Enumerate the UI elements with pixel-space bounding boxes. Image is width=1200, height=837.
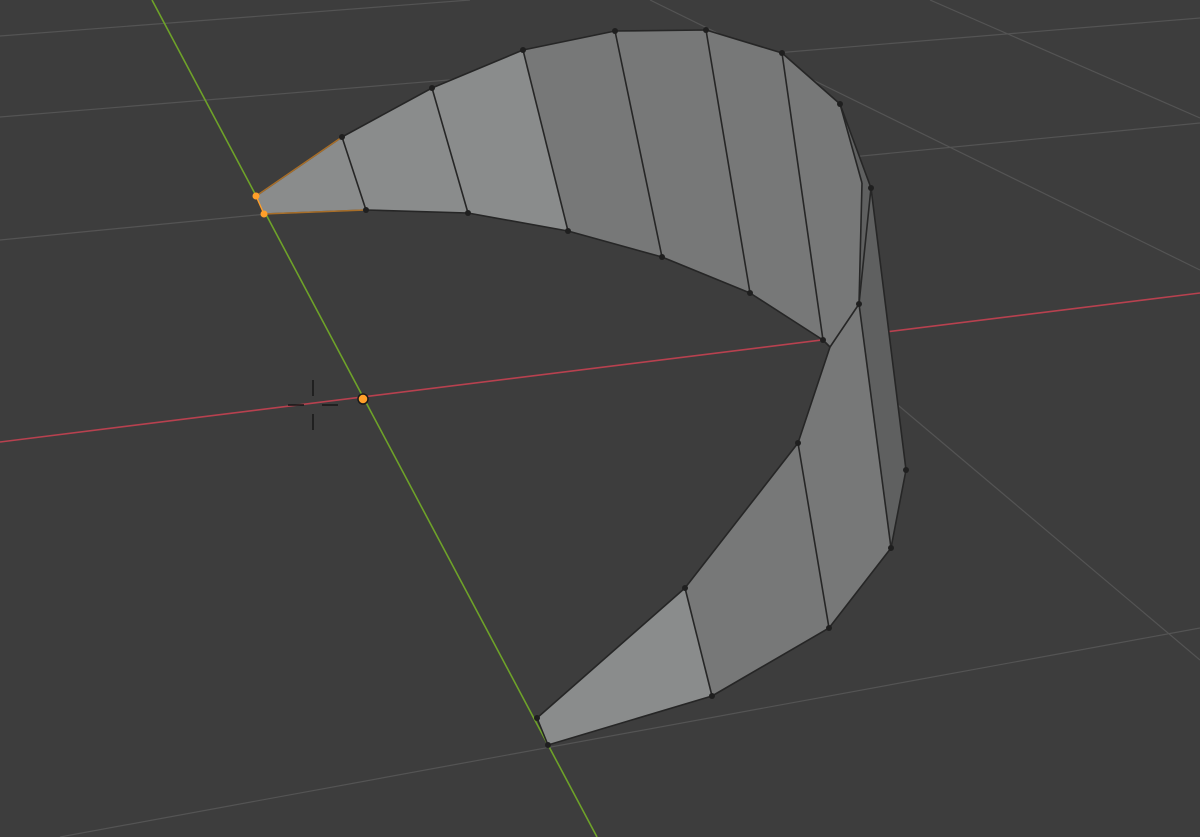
object-origin-icon[interactable] xyxy=(357,393,369,405)
selected-vertex[interactable] xyxy=(260,210,268,218)
mesh-vertex[interactable] xyxy=(747,290,753,296)
mesh-vertex[interactable] xyxy=(903,467,909,473)
selected-vertex[interactable] xyxy=(252,192,260,200)
mesh-vertex[interactable] xyxy=(709,693,715,699)
mesh-vertex[interactable] xyxy=(339,134,345,140)
3d-viewport[interactable] xyxy=(0,0,1200,837)
mesh-vertex[interactable] xyxy=(868,185,874,191)
mesh-vertex[interactable] xyxy=(826,625,832,631)
mesh-vertex[interactable] xyxy=(682,585,688,591)
mesh-vertex[interactable] xyxy=(837,101,843,107)
mesh-vertex[interactable] xyxy=(520,47,526,53)
mesh-vertex[interactable] xyxy=(465,210,471,216)
mesh-vertex[interactable] xyxy=(795,440,801,446)
grid-line xyxy=(879,389,1200,661)
grid-line xyxy=(0,0,471,37)
mesh-vertex[interactable] xyxy=(429,85,435,91)
mesh-vertex[interactable] xyxy=(534,715,540,721)
3d-cursor-icon[interactable] xyxy=(288,380,338,430)
mesh-vertex[interactable] xyxy=(565,228,571,234)
mesh-vertex[interactable] xyxy=(545,742,551,748)
mesh-vertex[interactable] xyxy=(363,207,369,213)
mesh-vertex[interactable] xyxy=(856,301,862,307)
viewport-canvas[interactable] xyxy=(0,0,1200,837)
mesh-vertex[interactable] xyxy=(659,254,665,260)
grid-line xyxy=(929,0,1200,119)
mesh-object[interactable] xyxy=(256,30,906,745)
mesh-vertex[interactable] xyxy=(779,50,785,56)
mesh-vertex[interactable] xyxy=(703,27,709,33)
mesh-vertex[interactable] xyxy=(820,337,826,343)
x-axis-line xyxy=(0,292,1200,443)
mesh-vertex[interactable] xyxy=(888,545,894,551)
mesh-vertex[interactable] xyxy=(612,28,618,34)
